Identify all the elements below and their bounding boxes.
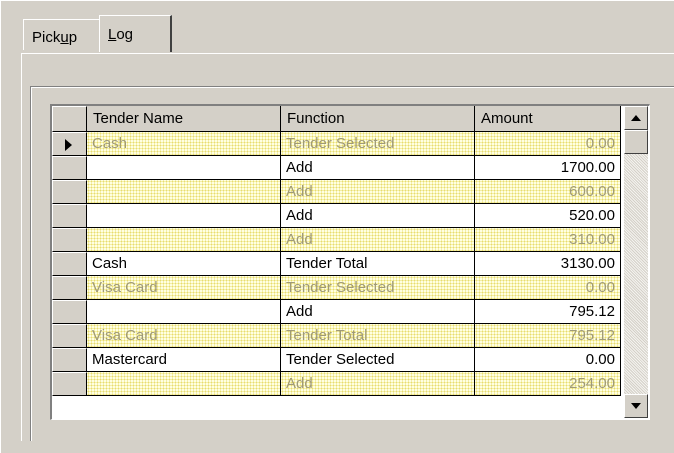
cell-function[interactable]: Tender Total xyxy=(281,252,475,276)
row-selector[interactable] xyxy=(52,228,87,252)
cell-amount[interactable]: 310.00 xyxy=(475,228,621,252)
cell-tender-name[interactable] xyxy=(87,204,281,228)
cell-function[interactable]: Add xyxy=(281,156,475,180)
cell-amount[interactable]: 520.00 xyxy=(475,204,621,228)
column-header-function[interactable]: Function xyxy=(281,106,475,132)
cell-function[interactable]: Tender Selected xyxy=(281,276,475,300)
cell-tender-name[interactable]: Cash xyxy=(87,252,281,276)
tab-pickup-label-u: u xyxy=(60,29,69,46)
cell-tender-name[interactable]: Visa Card xyxy=(87,276,281,300)
cell-tender-name[interactable] xyxy=(87,228,281,252)
cell-amount[interactable]: 0.00 xyxy=(475,276,621,300)
scroll-thumb[interactable] xyxy=(624,130,648,154)
scroll-down-button[interactable] xyxy=(624,394,648,418)
row-selector[interactable] xyxy=(52,300,87,324)
row-selector[interactable] xyxy=(52,132,87,156)
row-selector[interactable] xyxy=(52,276,87,300)
arrow-up-icon xyxy=(631,115,641,121)
row-selector[interactable] xyxy=(52,324,87,348)
column-header-tender-name[interactable]: Tender Name xyxy=(87,106,281,132)
cell-function[interactable]: Add xyxy=(281,372,475,396)
cell-function[interactable]: Tender Selected xyxy=(281,132,475,156)
cell-function[interactable]: Add xyxy=(281,180,475,204)
cell-function[interactable]: Add xyxy=(281,204,475,228)
cell-tender-name[interactable]: Mastercard xyxy=(87,348,281,372)
cell-tender-name[interactable] xyxy=(87,300,281,324)
cell-amount[interactable]: 254.00 xyxy=(475,372,621,396)
arrow-down-icon xyxy=(631,403,641,409)
row-selector[interactable] xyxy=(52,204,87,228)
row-selector[interactable] xyxy=(52,252,87,276)
cell-amount[interactable]: 795.12 xyxy=(475,324,621,348)
cell-amount[interactable]: 0.00 xyxy=(475,132,621,156)
current-row-arrow-icon xyxy=(65,139,72,151)
vertical-scrollbar[interactable] xyxy=(624,106,648,418)
row-selector[interactable] xyxy=(52,180,87,204)
cell-amount[interactable]: 795.12 xyxy=(475,300,621,324)
cell-function[interactable]: Add xyxy=(281,228,475,252)
cell-amount[interactable]: 0.00 xyxy=(475,348,621,372)
cell-amount[interactable]: 3130.00 xyxy=(475,252,621,276)
window: Pickup Log Tender Name Function Amount C… xyxy=(0,0,674,453)
cell-tender-name[interactable]: Cash xyxy=(87,132,281,156)
tab-pickup[interactable]: Pickup xyxy=(23,19,103,50)
scroll-up-button[interactable] xyxy=(624,106,648,130)
row-selector[interactable] xyxy=(52,156,87,180)
row-selector[interactable] xyxy=(52,372,87,396)
cell-tender-name[interactable] xyxy=(87,372,281,396)
row-selector[interactable] xyxy=(52,348,87,372)
tab-pickup-label-a: Pick xyxy=(32,29,61,46)
tab-pickup-label-b: p xyxy=(68,29,78,46)
cell-function[interactable]: Add xyxy=(281,300,475,324)
cell-tender-name[interactable]: Visa Card xyxy=(87,324,281,348)
log-grid[interactable]: Tender Name Function Amount Cash Tender S… xyxy=(50,104,650,420)
column-header-amount[interactable]: Amount xyxy=(475,106,621,132)
cell-function[interactable]: Tender Total xyxy=(281,324,475,348)
tab-log-label-b: og xyxy=(116,26,134,43)
tab-log[interactable]: Log xyxy=(99,15,172,52)
cell-tender-name[interactable] xyxy=(87,156,281,180)
cell-tender-name[interactable] xyxy=(87,180,281,204)
cell-amount[interactable]: 600.00 xyxy=(475,180,621,204)
grid-corner xyxy=(52,106,87,132)
cell-amount[interactable]: 1700.00 xyxy=(475,156,621,180)
cell-function[interactable]: Tender Selected xyxy=(281,348,475,372)
